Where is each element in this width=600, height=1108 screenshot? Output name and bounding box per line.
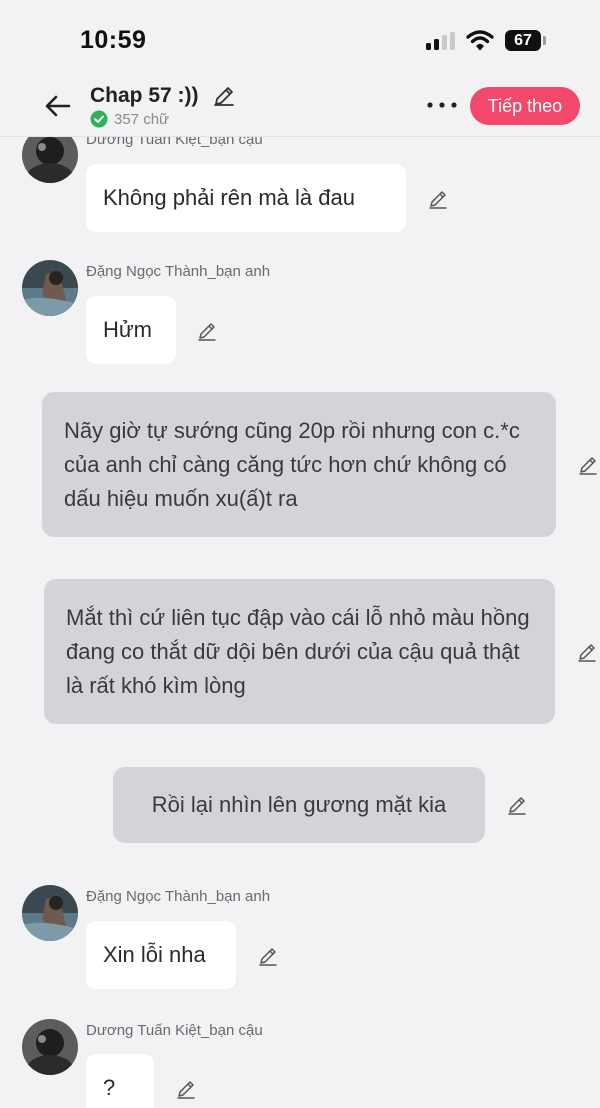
message-text: ?: [103, 1075, 116, 1100]
chat-area[interactable]: Dương Tuấn Kiệt_bạn cậu Không phải rên m…: [0, 137, 600, 1108]
message-bubble[interactable]: ?: [86, 1054, 154, 1108]
avatar[interactable]: [22, 885, 78, 941]
message-bubble[interactable]: Xin lỗi nha: [86, 921, 236, 989]
sender-name: Đặng Ngọc Thành_bạn anh: [86, 263, 271, 280]
pencil-icon[interactable]: [427, 188, 449, 210]
back-arrow-icon[interactable]: [42, 90, 74, 122]
pencil-icon[interactable]: [175, 1078, 197, 1100]
word-count: 357 chữ: [90, 110, 169, 128]
message-text: Mắt thì cứ liên tục đập vào cái lỗ nhỏ m…: [66, 604, 530, 698]
pencil-icon[interactable]: [576, 641, 598, 663]
message-text: Hửm: [103, 317, 152, 342]
narration-bubble[interactable]: Mắt thì cứ liên tục đập vào cái lỗ nhỏ m…: [44, 579, 555, 724]
pencil-icon[interactable]: [506, 794, 528, 816]
pencil-icon[interactable]: [577, 454, 599, 476]
chapter-title[interactable]: Chap 57 :)): [90, 84, 199, 108]
battery-icon: 67: [505, 30, 541, 51]
check-circle-icon: [90, 110, 108, 128]
narration-bubble[interactable]: Rồi lại nhìn lên gương mặt kia: [113, 767, 485, 843]
message-bubble[interactable]: Hửm: [86, 296, 176, 364]
next-chapter-button[interactable]: Tiếp theo: [470, 87, 580, 125]
message-text: Rồi lại nhìn lên gương mặt kia: [151, 792, 447, 817]
battery-nub: [543, 36, 546, 45]
sender-name: Dương Tuấn Kiệt_bạn cậu: [86, 1022, 263, 1039]
message-bubble[interactable]: Không phải rên mà là đau: [86, 164, 406, 232]
status-bar: 10:59 67: [0, 0, 600, 75]
signal-icon: [426, 32, 458, 50]
word-count-label: 357 chữ: [114, 110, 170, 128]
message-text: Xin lỗi nha: [103, 942, 206, 967]
message-text: Nãy giờ tự sướng cũng 20p rồi nhưng con …: [64, 417, 520, 511]
pencil-icon[interactable]: [257, 945, 279, 967]
pencil-icon[interactable]: [212, 84, 236, 108]
pencil-icon[interactable]: [196, 320, 218, 342]
narration-bubble[interactable]: Nãy giờ tự sướng cũng 20p rồi nhưng con …: [42, 392, 556, 537]
sender-name: Đặng Ngọc Thành_bạn anh: [86, 888, 271, 905]
more-dots-icon[interactable]: [424, 93, 460, 117]
avatar[interactable]: [22, 137, 78, 183]
wifi-icon: [466, 30, 494, 51]
chapter-header: Chap 57 :)) 357 chữ Tiếp theo: [0, 75, 600, 137]
status-time: 10:59: [80, 26, 147, 54]
avatar[interactable]: [22, 1019, 78, 1075]
avatar[interactable]: [22, 260, 78, 316]
message-text: Không phải rên mà là đau: [103, 185, 355, 210]
sender-name: Dương Tuấn Kiệt_bạn cậu: [86, 137, 263, 148]
